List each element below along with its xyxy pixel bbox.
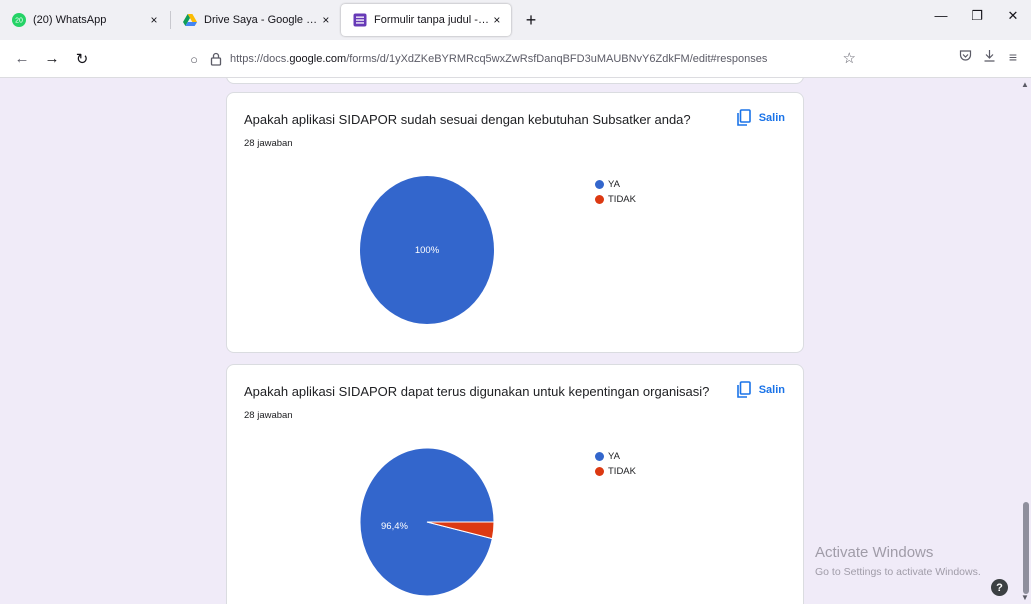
- forward-icon[interactable]: →: [40, 47, 64, 71]
- close-tab-icon[interactable]: ×: [146, 13, 162, 27]
- pie-chart: 96,4%: [359, 447, 495, 597]
- page-content: Apakah aplikasi SIDAPOR sudah sesuai den…: [0, 78, 1020, 604]
- legend-label: TIDAK: [608, 194, 636, 205]
- close-window-icon[interactable]: ✕: [995, 8, 1031, 24]
- activate-windows-subtitle: Go to Settings to activate Windows.: [815, 566, 981, 578]
- bookmark-star-icon[interactable]: ☆: [843, 49, 856, 67]
- pie-data-label: 96,4%: [381, 521, 408, 532]
- legend-dot-ya: [595, 452, 604, 461]
- pocket-icon[interactable]: [953, 49, 977, 65]
- tab-google-drive[interactable]: Drive Saya - Google Drive ×: [171, 4, 341, 36]
- response-count: 28 jawaban: [244, 138, 293, 149]
- tab-strip: 20 (20) WhatsApp × Drive Saya - Google D…: [0, 0, 1031, 40]
- scroll-up-icon[interactable]: ▲: [1021, 80, 1029, 89]
- tab-label: (20) WhatsApp: [33, 14, 107, 26]
- chart-legend: YA TIDAK: [595, 449, 636, 479]
- chart-legend: YA TIDAK: [595, 177, 636, 207]
- url-host: google.com: [289, 53, 347, 65]
- tab-google-forms[interactable]: Formulir tanpa judul - Google F ×: [341, 4, 511, 36]
- copy-chart-button[interactable]: Salin: [736, 381, 785, 398]
- copy-icon: [736, 109, 751, 126]
- response-count: 28 jawaban: [244, 410, 293, 421]
- copy-label: Salin: [758, 111, 785, 124]
- tab-whatsapp[interactable]: 20 (20) WhatsApp ×: [0, 4, 170, 36]
- scroll-thumb[interactable]: [1023, 502, 1029, 594]
- legend-dot-ya: [595, 180, 604, 189]
- copy-label: Salin: [758, 383, 785, 396]
- whatsapp-icon: 20: [12, 13, 26, 27]
- window-controls: — ❐ ✕: [923, 8, 1031, 24]
- activate-windows-title: Activate Windows: [815, 544, 934, 561]
- new-tab-button[interactable]: +: [517, 6, 545, 34]
- question-title: Apakah aplikasi SIDAPOR dapat terus digu…: [244, 384, 710, 399]
- address-bar[interactable]: ○ https://docs.google.com/forms/d/1yXdZK…: [186, 46, 866, 72]
- question-card-2: Apakah aplikasi SIDAPOR dapat terus digu…: [226, 364, 804, 604]
- legend-item-ya[interactable]: YA: [595, 177, 636, 192]
- url-text: https://docs.google.com/forms/d/1yXdZKeB…: [230, 53, 767, 65]
- whatsapp-badge: 20: [15, 18, 23, 25]
- legend-item-ya[interactable]: YA: [595, 449, 636, 464]
- download-icon[interactable]: [977, 49, 1001, 65]
- toolbar-right: ≡: [953, 49, 1025, 65]
- legend-dot-tidak: [595, 467, 604, 476]
- minimize-icon[interactable]: —: [923, 8, 959, 24]
- google-forms-icon: [353, 13, 367, 27]
- google-drive-icon: [183, 14, 197, 26]
- help-button[interactable]: ?: [991, 579, 1008, 596]
- previous-question-card: [226, 78, 804, 84]
- lock-icon[interactable]: [208, 51, 224, 67]
- pie-chart: 100%: [360, 176, 494, 324]
- tab-label: Drive Saya - Google Drive: [204, 14, 319, 26]
- close-tab-icon[interactable]: ×: [491, 13, 503, 27]
- back-icon[interactable]: ←: [10, 47, 34, 71]
- url-path: /forms/d/1yXdZKeBYRMRcq5wxZwRsfDanqBFD3u…: [346, 53, 768, 65]
- copy-chart-button[interactable]: Salin: [736, 109, 785, 126]
- legend-label: YA: [608, 179, 620, 190]
- copy-icon: [736, 381, 751, 398]
- pie-data-label: 100%: [415, 245, 440, 256]
- question-title: Apakah aplikasi SIDAPOR sudah sesuai den…: [244, 112, 691, 127]
- legend-item-tidak[interactable]: TIDAK: [595, 192, 636, 207]
- legend-item-tidak[interactable]: TIDAK: [595, 464, 636, 479]
- scroll-down-icon[interactable]: ▼: [1021, 593, 1029, 602]
- tracking-shield-icon[interactable]: ○: [186, 51, 202, 67]
- page-scrollbar[interactable]: ▲ ▼: [1020, 78, 1031, 604]
- legend-label: TIDAK: [608, 466, 636, 477]
- url-prefix: https://docs.: [230, 53, 290, 65]
- legend-label: YA: [608, 451, 620, 462]
- legend-dot-tidak: [595, 195, 604, 204]
- tab-label: Formulir tanpa judul - Google F: [374, 14, 491, 26]
- reload-icon[interactable]: ↻: [70, 47, 94, 71]
- menu-icon[interactable]: ≡: [1001, 49, 1025, 65]
- question-card-1: Apakah aplikasi SIDAPOR sudah sesuai den…: [226, 92, 804, 353]
- navigation-bar: ← → ↻ ○ https://docs.google.com/forms/d/…: [0, 40, 1031, 78]
- close-tab-icon[interactable]: ×: [319, 13, 333, 27]
- restore-icon[interactable]: ❐: [959, 8, 995, 24]
